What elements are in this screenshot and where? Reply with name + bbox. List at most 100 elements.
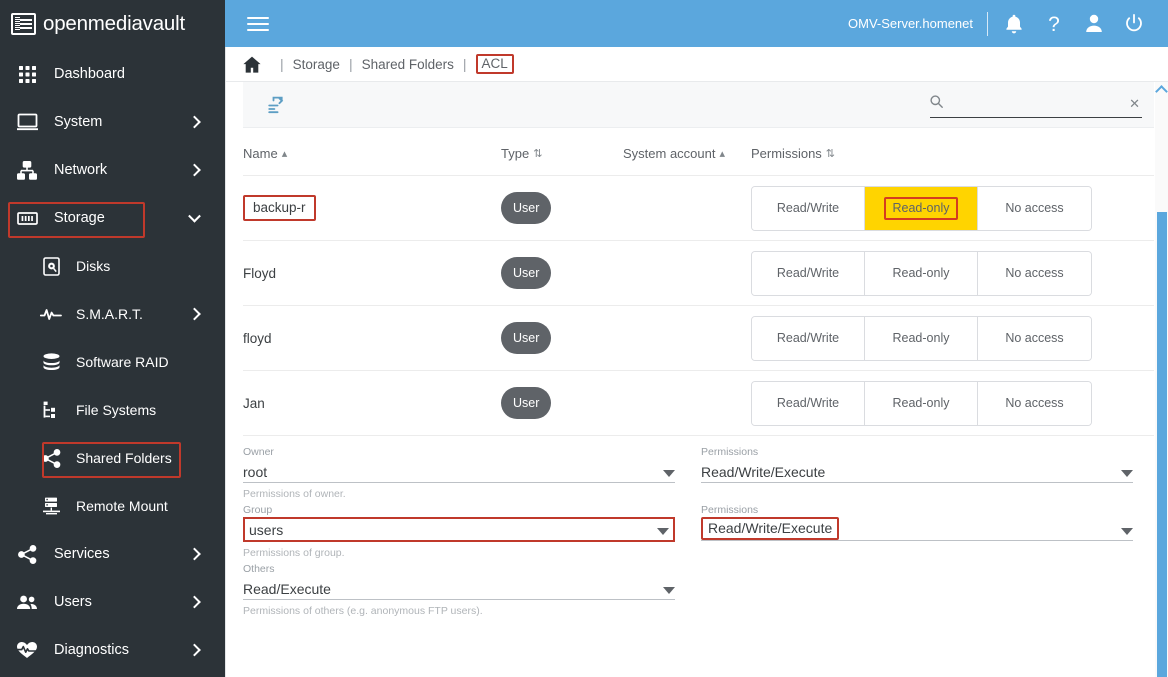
sidebar-item-shared-folders[interactable]: Shared Folders: [0, 434, 225, 482]
hamburger-icon[interactable]: [247, 13, 269, 35]
permission-read-write-button[interactable]: Read/Write: [752, 186, 865, 230]
acl-card: ✕ Name Type System account Permissions b…: [243, 82, 1154, 620]
field-label: Others: [243, 563, 275, 575]
sidebar-item-users[interactable]: Users: [0, 578, 225, 626]
scroll-up-arrow-icon[interactable]: [1155, 85, 1168, 98]
field-group: Group users Permissions of group.: [243, 503, 675, 562]
breadcrumb-item-storage[interactable]: Storage: [293, 57, 340, 72]
acl-table: Name Type System account Permissions bac…: [243, 128, 1154, 436]
sidebar-item-label: Software RAID: [76, 354, 169, 370]
owner-permissions-value: Read/Write/Execute: [701, 464, 826, 480]
application-root: openmediavault Dashboard System Network …: [0, 0, 1168, 677]
home-icon[interactable]: [243, 56, 271, 73]
sidebar-item-label: File Systems: [76, 402, 157, 418]
server-name: OMV-Server.homenet: [848, 16, 973, 31]
pulse-icon: [38, 302, 64, 326]
row-name: backup-r: [243, 195, 316, 221]
sidebar-item-diagnostics[interactable]: Diagnostics: [0, 626, 225, 674]
permission-no-access-button[interactable]: No access: [978, 381, 1091, 425]
permission-read-only-button[interactable]: Read-only: [865, 251, 978, 295]
permissions-form: Owner root Permissions of owner. Permiss…: [243, 436, 1154, 620]
permission-toggle-group: Read/Write Read-only No access: [751, 315, 1092, 361]
table-toolbar: ✕: [243, 82, 1154, 128]
group-value: users: [249, 522, 284, 538]
cell-permissions: Read/Write Read-only No access: [751, 175, 1154, 241]
sidebar-item-system[interactable]: System: [0, 98, 225, 146]
cell-name: backup-r: [243, 175, 501, 241]
sidebar-item-network[interactable]: Network: [0, 146, 225, 194]
table-row[interactable]: floyd User Read/Write Read-only No acces…: [243, 305, 1154, 371]
group-permissions-text: Read/Write/Execute: [701, 517, 840, 540]
notifications-bell-icon[interactable]: [994, 4, 1034, 44]
type-chip: User: [501, 192, 552, 224]
table-header-row: Name Type System account Permissions: [243, 128, 1154, 176]
vertical-scrollbar[interactable]: [1155, 82, 1168, 677]
search-field[interactable]: ✕: [930, 92, 1142, 118]
scrollbar-thumb[interactable]: [1157, 212, 1167, 677]
owner-permissions-select[interactable]: Read/Write/Execute: [701, 459, 1133, 483]
sidebar-item-remote-mount[interactable]: Remote Mount: [0, 482, 225, 530]
sidebar-item-file-systems[interactable]: File Systems: [0, 386, 225, 434]
breadcrumb-separator: |: [280, 56, 284, 72]
chevron-down-icon[interactable]: [663, 470, 675, 477]
help-question-icon[interactable]: ?: [1034, 4, 1074, 44]
playlist-add-icon[interactable]: [261, 89, 293, 121]
permission-toggle-group: Read/Write Read-only No access: [751, 250, 1092, 296]
sidebar-item-disks[interactable]: Disks: [0, 242, 225, 290]
power-icon[interactable]: [1114, 4, 1154, 44]
cell-name: Floyd: [243, 240, 501, 306]
type-chip: User: [501, 322, 552, 354]
column-label: Type: [501, 146, 530, 161]
permission-read-write-button[interactable]: Read/Write: [752, 381, 865, 425]
column-header-type[interactable]: Type: [501, 128, 623, 176]
main-area: OMV-Server.homenet ? | Storage | Shared …: [225, 0, 1168, 677]
sidebar-item-services[interactable]: Services: [0, 530, 225, 578]
others-select[interactable]: Read/Execute: [243, 576, 675, 600]
field-hint: Permissions of owner.: [243, 488, 346, 500]
breadcrumb-item-shared-folders[interactable]: Shared Folders: [362, 57, 454, 72]
chevron-down-icon[interactable]: [1121, 470, 1133, 477]
chevron-down-icon[interactable]: [663, 587, 675, 594]
sidebar-item-dashboard[interactable]: Dashboard: [0, 50, 225, 98]
search-input[interactable]: [949, 97, 1122, 111]
cell-name: floyd: [243, 305, 501, 371]
field-label: Owner: [243, 446, 274, 458]
sidebar-item-software-raid[interactable]: Software RAID: [0, 338, 225, 386]
top-bar-divider: [987, 11, 988, 36]
filesystem-icon: [38, 398, 64, 422]
permission-no-access-button[interactable]: No access: [978, 251, 1091, 295]
cell-type: User: [501, 240, 623, 306]
sidebar-item-label: Storage: [54, 210, 105, 226]
sidebar-item-storage[interactable]: Storage: [0, 194, 225, 242]
permission-no-access-button[interactable]: No access: [978, 316, 1091, 360]
column-label: Permissions: [751, 146, 822, 161]
cell-system-account: [623, 240, 751, 306]
table-row[interactable]: Jan User Read/Write Read-only No access: [243, 370, 1154, 436]
users-icon: [14, 590, 40, 614]
chevron-down-icon[interactable]: [657, 528, 669, 535]
column-header-name[interactable]: Name: [243, 128, 501, 176]
close-icon[interactable]: ✕: [1127, 97, 1142, 112]
chevron-down-icon[interactable]: [1121, 528, 1133, 535]
permission-read-only-button[interactable]: Read-only: [865, 381, 978, 425]
permission-read-only-button[interactable]: Read-only: [865, 316, 978, 360]
table-row[interactable]: Floyd User Read/Write Read-only No acces…: [243, 240, 1154, 306]
network-icon: [14, 158, 40, 182]
group-permissions-select[interactable]: Read/Write/Execute: [701, 517, 1133, 541]
table-row[interactable]: backup-r User Read/Write Read-only No ac…: [243, 175, 1154, 241]
permission-read-write-button[interactable]: Read/Write: [752, 251, 865, 295]
top-bar-right: OMV-Server.homenet ?: [848, 4, 1154, 44]
permission-read-write-button[interactable]: Read/Write: [752, 316, 865, 360]
permission-no-access-button[interactable]: No access: [978, 186, 1091, 230]
permission-read-only-button[interactable]: Read-only: [865, 186, 978, 230]
column-header-system-account[interactable]: System account: [623, 128, 751, 176]
group-select[interactable]: users: [243, 517, 675, 542]
sidebar-item-label: Dashboard: [54, 66, 125, 82]
owner-select[interactable]: root: [243, 459, 675, 483]
user-account-icon[interactable]: [1074, 4, 1114, 44]
field-label: Permissions: [701, 504, 759, 516]
column-header-permissions[interactable]: Permissions: [751, 128, 1154, 176]
breadcrumb-separator: |: [462, 56, 467, 72]
sidebar-item-smart[interactable]: S.M.A.R.T.: [0, 290, 225, 338]
field-owner: Owner root Permissions of owner.: [243, 445, 675, 503]
